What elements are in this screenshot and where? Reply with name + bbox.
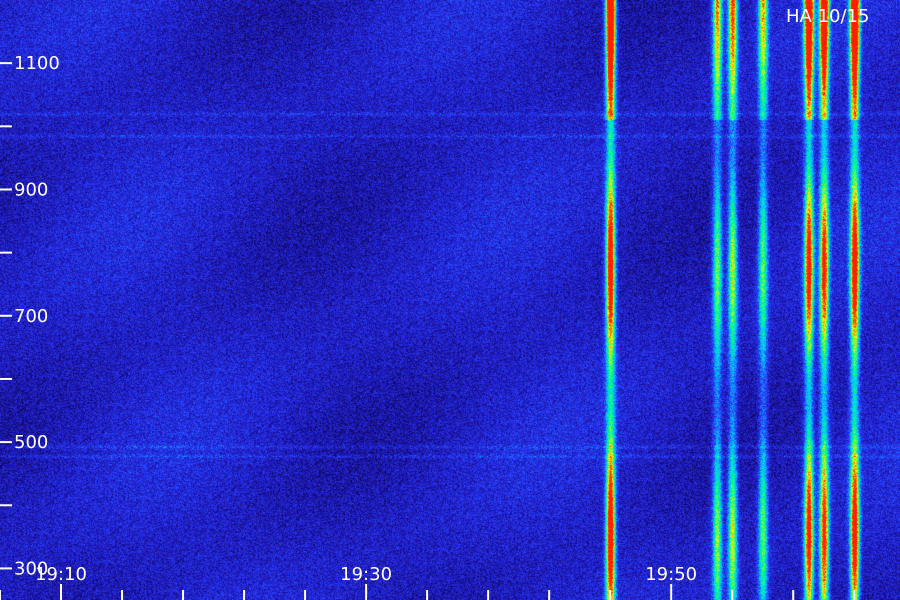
y-axis: 3005007009001100 [0, 53, 60, 579]
x-tick-label: 19:10 [35, 564, 87, 585]
spectrogram-chart: 300 500 700 900 1100 19:10 19:30 19:50 HA 10/1… [0, 0, 900, 600]
y-tick-label: 900 [14, 179, 48, 200]
x-axis: 19:10 19:30 19:50 [0, 564, 856, 600]
y-tick-label: 700 [14, 306, 48, 327]
axis-overlay: 3005007009001100 19:10 19:30 19:50 HA 10/1… [0, 6, 869, 600]
chart-title: HA 10/15 [786, 6, 869, 27]
y-tick-label: 500 [14, 432, 48, 453]
x-tick-label: 19:50 [645, 564, 697, 585]
y-tick-label: 1100 [14, 53, 60, 74]
x-tick-label: 19:30 [340, 564, 392, 585]
